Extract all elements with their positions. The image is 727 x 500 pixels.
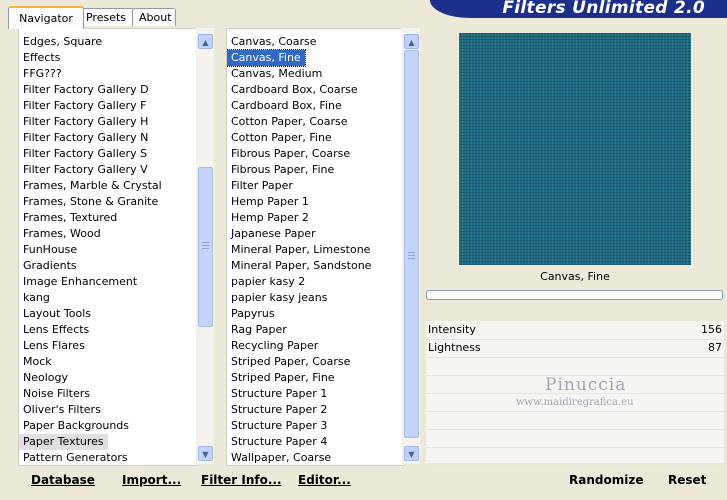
list-item[interactable]: Canvas, Fine — [227, 49, 306, 67]
list-item[interactable]: Papyrus — [227, 306, 279, 322]
progress-bar — [426, 290, 723, 300]
list-item[interactable]: Cotton Paper, Coarse — [227, 114, 352, 130]
app-title: Filters Unlimited 2.0 — [502, 0, 705, 18]
list-item[interactable]: Structure Paper 3 — [227, 418, 331, 434]
list-item[interactable]: Mock — [19, 354, 56, 370]
list-item[interactable]: Canvas, Coarse — [227, 34, 321, 50]
category-scrollbar[interactable]: ▲ ▼ — [196, 28, 214, 464]
tab-about[interactable]: About — [132, 8, 176, 26]
list-item[interactable]: Cotton Paper, Fine — [227, 130, 336, 146]
list-item[interactable]: Fibrous Paper, Fine — [227, 162, 338, 178]
filter-info-button[interactable]: Filter Info... — [201, 473, 282, 487]
category-scroll-down-button[interactable]: ▼ — [198, 446, 213, 461]
list-item[interactable]: Frames, Stone & Granite — [19, 194, 162, 210]
list-item[interactable]: Paper Textures — [19, 434, 108, 450]
list-item[interactable]: Effects — [19, 50, 64, 66]
list-item[interactable]: Striped Paper, Coarse — [227, 354, 354, 370]
list-item[interactable]: Lens Effects — [19, 322, 93, 338]
param-label: Lightness — [428, 341, 481, 354]
param-row-empty — [426, 357, 724, 376]
tab-navigator[interactable]: Navigator — [8, 6, 84, 29]
list-item[interactable]: Structure Paper 1 — [227, 386, 331, 402]
list-item[interactable]: Filter Factory Gallery V — [19, 162, 152, 178]
list-item[interactable]: Mineral Paper, Limestone — [227, 242, 374, 258]
list-item[interactable]: Cardboard Box, Fine — [227, 98, 346, 114]
list-item[interactable]: Wallpaper, Coarse — [227, 450, 335, 465]
list-item[interactable]: Neology — [19, 370, 72, 386]
list-item[interactable]: Filter Factory Gallery D — [19, 82, 153, 98]
list-item[interactable]: Filter Factory Gallery F — [19, 98, 150, 114]
title-banner: Filters Unlimited 2.0 — [430, 0, 727, 18]
list-item[interactable]: papier kasy 2 — [227, 274, 309, 290]
list-item[interactable]: Fibrous Paper, Coarse — [227, 146, 354, 162]
list-item[interactable]: Pattern Generators — [19, 450, 132, 465]
category-list[interactable]: Edges, Square Effects FFG??? Filter Factory… — [18, 28, 199, 466]
list-item[interactable]: Paper Backgrounds — [19, 418, 133, 434]
category-scroll-thumb[interactable] — [198, 167, 213, 327]
list-item[interactable]: Striped Paper, Fine — [227, 370, 339, 386]
database-button[interactable]: Database — [31, 473, 95, 487]
preview-filter-name: Canvas, Fine — [540, 270, 610, 283]
list-item[interactable]: Filter Factory Gallery H — [19, 114, 152, 130]
param-value: 156 — [701, 323, 722, 336]
list-item[interactable]: FunHouse — [19, 242, 81, 258]
randomize-button[interactable]: Randomize — [569, 473, 643, 487]
list-item[interactable]: Hemp Paper 2 — [227, 210, 313, 226]
tab-presets[interactable]: Presets — [77, 8, 135, 26]
list-item[interactable]: Japanese Paper — [227, 226, 320, 242]
list-item[interactable]: Canvas, Medium — [227, 66, 326, 82]
category-scroll-up-button[interactable]: ▲ — [198, 34, 213, 49]
list-item[interactable]: Edges, Square — [19, 34, 106, 50]
list-item[interactable]: Oliver's Filters — [19, 402, 105, 418]
list-item[interactable]: Noise Filters — [19, 386, 94, 402]
param-row-lightness[interactable]: Lightness 87 — [426, 339, 724, 358]
param-value: 87 — [708, 341, 722, 354]
watermark-name: Pinuccia — [545, 375, 627, 395]
list-item[interactable]: Gradients — [19, 258, 81, 274]
reset-button[interactable]: Reset — [668, 473, 706, 487]
filter-scroll-down-button[interactable]: ▼ — [404, 446, 419, 461]
list-item[interactable]: Frames, Marble & Crystal — [19, 178, 166, 194]
list-item[interactable]: Structure Paper 2 — [227, 402, 331, 418]
list-item[interactable]: Hemp Paper 1 — [227, 194, 313, 210]
filter-scrollbar[interactable]: ▲ ▼ — [402, 28, 420, 464]
list-item[interactable]: Image Enhancement — [19, 274, 141, 290]
list-item[interactable]: Frames, Wood — [19, 226, 105, 242]
list-item[interactable]: Cardboard Box, Coarse — [227, 82, 362, 98]
import-button[interactable]: Import... — [122, 473, 181, 487]
list-item[interactable]: Rag Paper — [227, 322, 291, 338]
list-item[interactable]: Recycling Paper — [227, 338, 322, 354]
list-item[interactable]: papier kasy jeans — [227, 290, 331, 306]
list-item[interactable]: Filter Factory Gallery S — [19, 146, 151, 162]
filter-list[interactable]: Canvas, Coarse Canvas, Fine Canvas, Medium… — [226, 28, 405, 466]
filter-scroll-up-button[interactable]: ▲ — [404, 34, 419, 49]
list-item[interactable]: Mineral Paper, Sandstone — [227, 258, 375, 274]
editor-button[interactable]: Editor... — [298, 473, 351, 487]
list-item[interactable]: Filter Paper — [227, 178, 297, 194]
list-item[interactable]: Structure Paper 4 — [227, 434, 331, 450]
param-label: Intensity — [428, 323, 476, 336]
list-item[interactable]: FFG??? — [19, 66, 66, 82]
preview-image — [459, 33, 691, 265]
param-row-empty — [426, 411, 724, 430]
list-item[interactable]: Frames, Textured — [19, 210, 121, 226]
list-item[interactable]: kang — [19, 290, 54, 306]
list-item[interactable]: Lens Flares — [19, 338, 89, 354]
param-row-empty — [426, 429, 724, 448]
watermark-url: www.maidiregrafica.eu — [516, 397, 634, 408]
filter-scroll-thumb[interactable] — [404, 50, 419, 438]
param-row-empty — [426, 447, 724, 466]
list-item[interactable]: Layout Tools — [19, 306, 95, 322]
list-item[interactable]: Filter Factory Gallery N — [19, 130, 152, 146]
param-row-intensity[interactable]: Intensity 156 — [426, 321, 724, 340]
